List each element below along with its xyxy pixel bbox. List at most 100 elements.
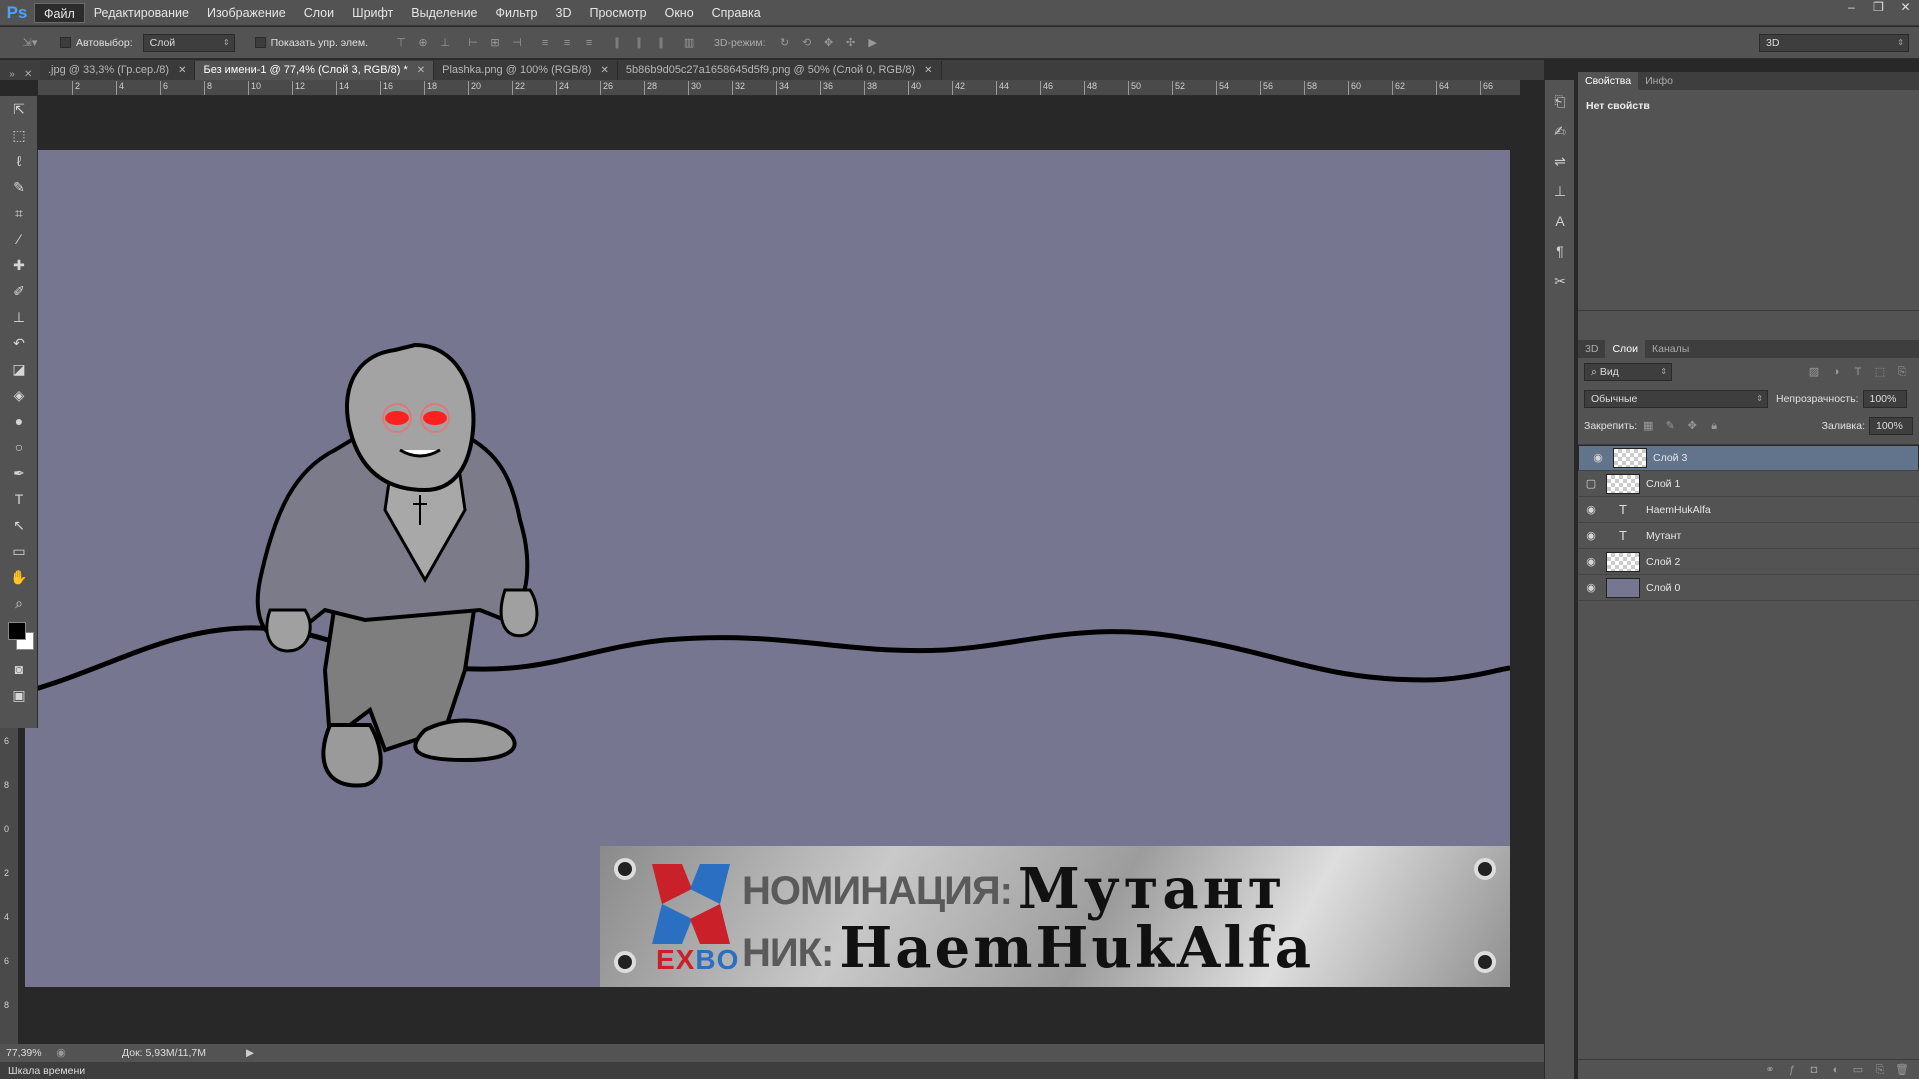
- history-panel-icon[interactable]: ⎗: [1545, 86, 1575, 116]
- eye-icon[interactable]: ◉: [1578, 529, 1604, 542]
- character-panel-icon[interactable]: A: [1545, 206, 1575, 236]
- document-tab[interactable]: Без имени-1 @ 77,4% (Слой 3, RGB/8) * ✕: [195, 61, 435, 80]
- layer-row[interactable]: ◉ Слой 3: [1578, 445, 1919, 471]
- menu-item[interactable]: Слои: [295, 3, 343, 23]
- align-bottom-icon[interactable]: ⊥: [438, 36, 452, 50]
- layer-row[interactable]: ◉ T HaemHukAlfa: [1578, 497, 1919, 523]
- align-right-icon[interactable]: ⊣: [510, 36, 524, 50]
- adjustment-layer-icon[interactable]: ◐: [1829, 1063, 1843, 1077]
- distribute-top-icon[interactable]: ≡: [538, 36, 552, 50]
- eye-icon[interactable]: ◉: [1578, 581, 1604, 594]
- path-select-tool-icon[interactable]: ↖: [0, 512, 38, 538]
- lock-pixels-icon[interactable]: ✎: [1663, 419, 1677, 433]
- lock-all-icon[interactable]: 🔒︎: [1707, 419, 1721, 433]
- history-brush-tool-icon[interactable]: ↶: [0, 330, 38, 356]
- camera-3d-icon[interactable]: ▶: [866, 36, 880, 50]
- restore-button[interactable]: ❐: [1865, 0, 1892, 16]
- paint-bucket-tool-icon[interactable]: ◈: [0, 382, 38, 408]
- blur-tool-icon[interactable]: ●: [0, 408, 38, 434]
- menu-item[interactable]: Справка: [703, 3, 770, 23]
- hand-tool-icon[interactable]: ✋: [0, 564, 38, 590]
- menu-item[interactable]: Шрифт: [343, 3, 402, 23]
- eye-icon[interactable]: ◉: [1578, 503, 1604, 516]
- filter-type-icon[interactable]: T: [1851, 365, 1865, 379]
- tab-info[interactable]: Инфо: [1638, 72, 1680, 90]
- close-tab-icon[interactable]: ✕: [178, 61, 186, 80]
- align-hcenter-icon[interactable]: ⊞: [488, 36, 502, 50]
- tab-properties[interactable]: Свойства: [1578, 72, 1639, 90]
- distribute-left-icon[interactable]: ∥: [610, 36, 624, 50]
- eye-icon[interactable]: ◉: [1585, 450, 1611, 466]
- filter-shape-icon[interactable]: ⬚: [1873, 365, 1887, 379]
- layer-row[interactable]: ◉ Слой 0: [1578, 575, 1919, 601]
- lock-transparency-icon[interactable]: ▦: [1641, 419, 1655, 433]
- foreground-color-swatch[interactable]: [8, 622, 26, 640]
- menu-item[interactable]: Фильтр: [487, 3, 547, 23]
- layer-row[interactable]: ◉ Слой 2: [1578, 549, 1919, 575]
- close-tab-icon[interactable]: ✕: [600, 61, 608, 80]
- rectangle-tool-icon[interactable]: ▭: [0, 538, 38, 564]
- menu-item[interactable]: Редактирование: [85, 3, 198, 23]
- menu-item[interactable]: Просмотр: [581, 3, 656, 23]
- marquee-tool-icon[interactable]: ⬚: [0, 122, 38, 148]
- brush-tool-icon[interactable]: ✐: [0, 278, 38, 304]
- lasso-tool-icon[interactable]: ℓ: [0, 148, 38, 174]
- close-tab-icon[interactable]: ✕: [924, 61, 932, 80]
- healing-brush-tool-icon[interactable]: ✚: [0, 252, 38, 278]
- orbit-3d-icon[interactable]: ↻: [778, 36, 792, 50]
- tab-channels[interactable]: Каналы: [1645, 340, 1696, 358]
- autoselect-checkbox[interactable]: [60, 37, 71, 48]
- type-tool-icon[interactable]: T: [0, 486, 38, 512]
- slide-3d-icon[interactable]: ✣: [844, 36, 858, 50]
- tab-layers[interactable]: Слои: [1605, 340, 1645, 358]
- filter-smart-icon[interactable]: ⎘: [1895, 365, 1909, 379]
- show-transform-checkbox[interactable]: [254, 37, 266, 48]
- status-menu-arrow-icon[interactable]: ▶: [246, 1047, 254, 1059]
- document-canvas[interactable]: EXBO НОМИНАЦИЯ: Мутант НИК: HaemHukAlfa: [25, 150, 1510, 987]
- menu-item[interactable]: Окно: [656, 3, 703, 23]
- align-left-icon[interactable]: ⊢: [466, 36, 480, 50]
- new-layer-icon[interactable]: ⎘: [1873, 1063, 1887, 1077]
- move-tool-preset-icon[interactable]: ⇲▾: [18, 36, 42, 50]
- timeline-label[interactable]: Шкала времени: [8, 1065, 85, 1077]
- layer-mask-icon[interactable]: ◘: [1807, 1063, 1821, 1077]
- auto-align-icon[interactable]: ▥: [682, 36, 696, 50]
- roll-3d-icon[interactable]: ⟲: [800, 36, 814, 50]
- tabs-overflow-icon[interactable]: »: [0, 69, 24, 80]
- visibility-off-box[interactable]: ▢: [1578, 477, 1604, 490]
- zoom-tool-icon[interactable]: ⌕: [0, 590, 38, 616]
- layer-row[interactable]: ▢ Слой 1: [1578, 471, 1919, 497]
- eyedropper-tool-icon[interactable]: ⁄: [0, 226, 38, 252]
- opacity-field[interactable]: 100%: [1862, 390, 1907, 408]
- menu-item[interactable]: Файл: [34, 2, 85, 23]
- eraser-tool-icon[interactable]: ◪: [0, 356, 38, 382]
- clone-stamp-tool-icon[interactable]: ⊥: [0, 304, 38, 330]
- tab-3d[interactable]: 3D: [1578, 340, 1605, 358]
- autoselect-dropdown[interactable]: Слой ⇕: [142, 33, 235, 52]
- close-group-icon[interactable]: ✕: [24, 69, 40, 80]
- link-layers-icon[interactable]: ⚭: [1763, 1063, 1777, 1077]
- close-tab-icon[interactable]: ✕: [417, 61, 425, 80]
- adjustments-panel-icon[interactable]: ⇌: [1545, 146, 1575, 176]
- brush-panel-icon[interactable]: ✍: [1545, 116, 1575, 146]
- distribute-right-icon[interactable]: ∥: [654, 36, 668, 50]
- filter-pixel-icon[interactable]: ▨: [1807, 365, 1821, 379]
- quick-mask-icon[interactable]: ◙: [0, 656, 38, 682]
- document-tab[interactable]: .jpg @ 33,3% (Гр.сер./8) ✕: [40, 61, 196, 80]
- screen-mode-icon[interactable]: ▣: [0, 682, 38, 708]
- paragraph-panel-icon[interactable]: ¶: [1545, 236, 1575, 266]
- align-vcenter-icon[interactable]: ⊕: [416, 36, 430, 50]
- layer-row[interactable]: ◉ T Мутант: [1578, 523, 1919, 549]
- align-top-icon[interactable]: ⊤: [394, 36, 408, 50]
- distribute-vcenter-icon[interactable]: ≡: [560, 36, 574, 50]
- document-tab[interactable]: 5b86b9d05c27a1658645d5f9.png @ 50% (Слой…: [617, 61, 942, 80]
- delete-layer-icon[interactable]: 🗑︎: [1895, 1063, 1909, 1077]
- status-info-icon[interactable]: ◉: [54, 1046, 68, 1060]
- quick-select-tool-icon[interactable]: ✎: [0, 174, 38, 200]
- zoom-level[interactable]: 77,39%: [0, 1047, 50, 1059]
- distribute-bottom-icon[interactable]: ≡: [582, 36, 596, 50]
- pen-tool-icon[interactable]: ✒: [0, 460, 38, 486]
- workspace-dropdown[interactable]: 3D ⇕: [1759, 34, 1909, 52]
- lock-position-icon[interactable]: ✥: [1685, 419, 1699, 433]
- move-tool-icon[interactable]: ⇱: [0, 96, 38, 122]
